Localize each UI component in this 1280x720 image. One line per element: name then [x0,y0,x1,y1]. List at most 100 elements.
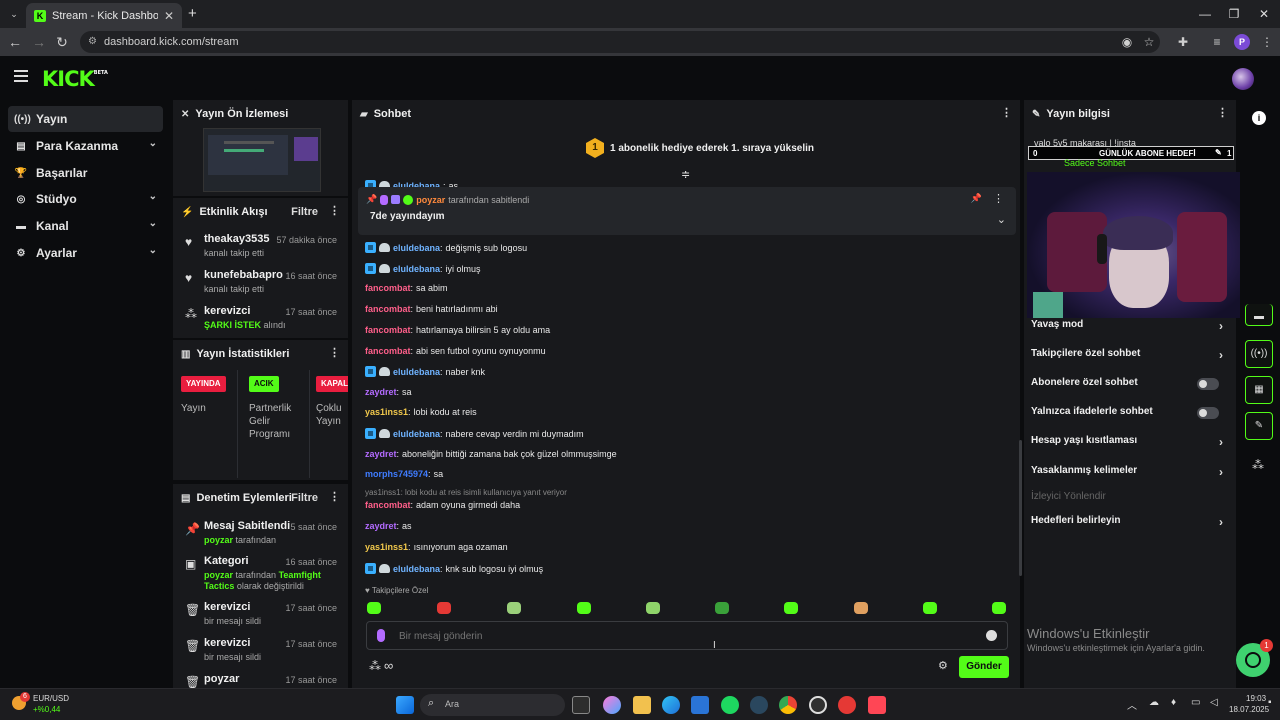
option-banned-words[interactable]: Yasaklanmış kelimeler › [1031,465,1227,481]
subscribers-only-toggle[interactable] [1197,378,1219,390]
media-control-icon[interactable]: ≡ [1209,34,1225,50]
option-account-age[interactable]: Hesap yaşı kısıtlaması › [1031,435,1227,451]
mod-action-name[interactable]: kerevizci [204,601,250,613]
rail-button-wrench[interactable]: ✎ [1245,412,1273,440]
reload-icon[interactable]: ↻ [53,33,71,51]
info-icon[interactable]: i [1252,111,1266,125]
emote-icon[interactable] [507,602,521,614]
maximize-icon[interactable]: ❐ [1219,4,1249,24]
mic-tray-icon[interactable]: ♦ [1171,697,1176,708]
option-followers-only[interactable]: Takipçilere özel sohbet › [1031,348,1227,364]
emote-icon[interactable] [577,602,591,614]
stream-preview-thumbnail[interactable] [203,128,321,192]
user-avatar[interactable] [1232,68,1254,90]
kick-points-icon[interactable]: ⁂ [369,659,381,673]
rail-button-chat[interactable]: ▬ [1245,304,1273,326]
chat-username[interactable]: zaydret [365,521,397,531]
back-icon[interactable]: ← [6,33,24,51]
chat-username[interactable]: fancombat [365,346,411,356]
steam-icon[interactable] [750,696,768,714]
sidebar-item-kanal[interactable]: ▬ Kanal ⌄ [8,213,163,239]
kebab-menu-icon[interactable]: ⋮ [329,348,340,359]
chat-username[interactable]: eluldebana [393,564,440,574]
sidebar-item-studyo[interactable]: ◎ Stüdyo ⌄ [8,186,163,212]
emote-icon[interactable] [437,602,451,614]
emote-icon[interactable] [923,602,937,614]
chat-username[interactable]: eluldebana [393,264,440,274]
chat-username[interactable]: zaydret [365,449,397,459]
send-button[interactable]: Gönder [959,656,1009,678]
tab-close-icon[interactable]: ✕ [164,9,174,23]
rail-button-broadcast[interactable]: ((•)) [1245,340,1273,368]
kebab-menu-icon[interactable]: ⋮ [1217,108,1228,119]
infinity-icon[interactable]: ∞ [384,658,393,673]
emote-icon[interactable] [715,602,729,614]
filter-button[interactable]: Filtre [291,492,318,504]
moderator-name[interactable]: poyzar [204,570,233,580]
emoji-picker-icon[interactable] [986,630,997,641]
sidebar-item-yayin[interactable]: ((•)) Yayın [8,106,163,132]
kebab-menu-icon[interactable]: ⋮ [329,492,340,503]
minimize-icon[interactable]: — [1190,4,1220,24]
chat-username[interactable]: yas1inss1 [365,407,408,417]
option-slow-mode[interactable]: Yavaş mod › [1031,319,1227,335]
kick-logo[interactable]: KICKBETA [42,67,108,91]
chat-username[interactable]: fancombat [365,283,411,293]
emote-icon[interactable] [854,602,868,614]
chat-username[interactable]: eluldebana [393,243,440,253]
activity-user[interactable]: kunefebabapro [204,269,283,281]
clock-time[interactable]: 19:03 [1246,694,1266,703]
mic-icon[interactable] [377,629,385,642]
emote-icon[interactable] [992,602,1006,614]
chat-username[interactable]: eluldebana [393,429,440,439]
bookmark-star-icon[interactable]: ☆ [1141,34,1157,50]
sidebar-item-ayarlar[interactable]: ⚙ Ayarlar ⌄ [8,240,163,266]
forward-icon[interactable]: → [30,33,48,51]
chevron-down-icon[interactable]: ⌄ [997,213,1006,226]
spotify-icon[interactable] [721,696,739,714]
filter-button[interactable]: Filtre [291,206,318,218]
rail-button-layout[interactable]: ▦ [1245,376,1273,404]
eye-off-icon[interactable]: ◉ [1119,34,1135,50]
edit-goal-icon[interactable]: ✎ [1215,148,1222,157]
new-tab-button[interactable]: + [188,5,197,22]
profile-avatar[interactable]: P [1234,34,1250,50]
chat-username[interactable]: yas1inss1 [365,542,408,552]
emote-icon[interactable] [784,602,798,614]
browser-tab[interactable]: K Stream - Kick Dashboard ✕ [26,3,182,28]
emote-icon[interactable] [367,602,381,614]
emotes-only-toggle[interactable] [1197,407,1219,419]
red-app-icon[interactable] [838,696,856,714]
moderator-name[interactable]: poyzar [204,535,233,545]
sidebar-item-basarilar[interactable]: 🏆 Başarılar [8,160,163,186]
unpin-icon[interactable]: 📌 [971,193,982,204]
activity-user[interactable]: theakay3535 [204,233,269,245]
copilot-icon[interactable] [603,696,621,714]
chat-username[interactable]: fancombat [365,325,411,335]
chat-settings-gear-icon[interactable]: ⚙ [938,659,948,672]
activity-user[interactable]: kerevizci [204,305,250,317]
chat-input-box[interactable] [366,621,1008,650]
chat-message-input[interactable] [399,628,959,644]
obs-icon[interactable] [809,696,827,714]
chrome-icon[interactable] [779,696,797,714]
chat-username[interactable]: eluldebana [393,367,440,377]
tab-search-icon[interactable]: ⌄ [6,6,22,22]
support-chat-button[interactable]: 1 [1236,639,1273,677]
store-icon[interactable] [691,696,709,714]
chat-username[interactable]: fancombat [365,500,411,510]
sidebar-item-para-kazanma[interactable]: ▤ Para Kazanma ⌄ [8,133,163,159]
kick-points-icon[interactable]: ⁂ [1252,458,1264,472]
pinned-by-user[interactable]: poyzar [416,195,445,205]
option-set-goals[interactable]: Hedefleri belirleyin › [1031,515,1227,531]
display-icon[interactable]: ▭ [1191,697,1200,708]
hamburger-menu-icon[interactable] [14,70,28,82]
gift-sub-banner[interactable]: 1 1 abonelik hediye ederek 1. sıraya yük… [586,138,814,158]
clock-date[interactable]: 18.07.2025 [1229,705,1269,714]
chat-username[interactable]: morphs745974 [365,469,428,479]
weather-widget[interactable]: 6 EUR/USD +%0,44 [12,692,92,717]
windows-start-icon[interactable] [396,696,414,714]
kebab-menu-icon[interactable]: ⋮ [329,206,340,217]
notification-bell-icon[interactable]: ▪ [1268,697,1272,708]
close-window-icon[interactable]: ✕ [1249,4,1279,24]
